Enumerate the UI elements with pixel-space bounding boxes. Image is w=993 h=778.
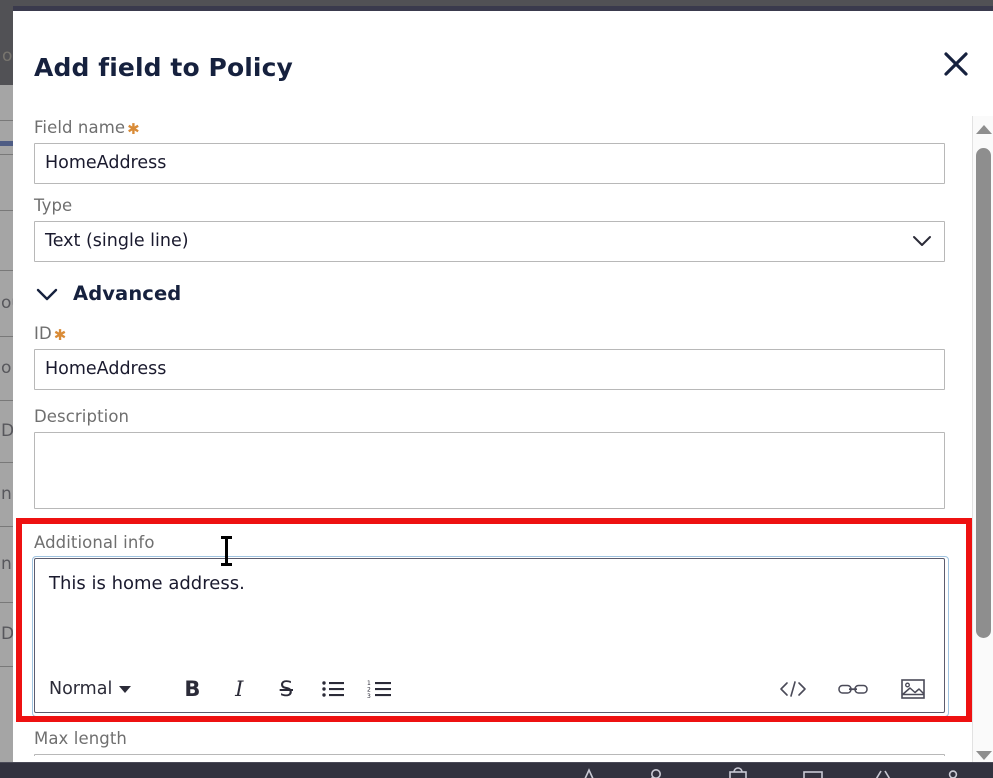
additional-info-group: Additional info This is home address. No…: [32, 533, 949, 717]
dialog-header: Add field to Policy: [13, 11, 993, 104]
advanced-label: Advanced: [73, 282, 182, 305]
type-group: Type Text (single line): [34, 196, 945, 262]
window-icon[interactable]: [798, 765, 824, 778]
type-label: Type: [34, 196, 73, 215]
paragraph-style-dropdown[interactable]: Normal: [49, 678, 132, 699]
max-length-label: Max length: [34, 729, 127, 748]
screen: ol ouoDnnicD Add field to Policy Field n…: [0, 0, 993, 778]
scroll-up-arrow-icon[interactable]: [973, 118, 993, 140]
required-asterisk-icon: ✱: [127, 120, 140, 138]
taskbar-icons: [560, 763, 993, 778]
close-icon[interactable]: [936, 44, 976, 84]
id-input[interactable]: [34, 348, 945, 390]
id-group: ID ✱: [34, 324, 945, 390]
briefcase-icon[interactable]: [723, 765, 749, 778]
link-icon[interactable]: [836, 674, 870, 704]
caret-down-icon: [119, 686, 132, 694]
italic-button[interactable]: I: [222, 674, 256, 704]
bold-button[interactable]: B: [175, 674, 209, 704]
chevron-down-icon: [34, 284, 60, 304]
add-field-dialog: Add field to Policy Field name✱ Type Tex…: [13, 6, 993, 770]
field-name-label: Field name ✱: [34, 118, 140, 138]
editor-toolbar-left: Normal B I S 1 2 3: [49, 674, 410, 704]
type-select-wrap: Text (single line): [34, 220, 945, 262]
max-length-input[interactable]: [34, 753, 945, 756]
editor-toolbar-right: [776, 674, 930, 704]
user-icon[interactable]: [938, 765, 964, 778]
strikethrough-button[interactable]: S: [269, 674, 303, 704]
bullet-list-button[interactable]: [316, 674, 350, 704]
max-length-group: Max length: [34, 729, 945, 756]
triangle-icon[interactable]: [576, 765, 602, 778]
additional-info-input[interactable]: This is home address.: [35, 559, 944, 666]
additional-info-label: Additional info: [34, 533, 155, 552]
description-group: Description: [34, 407, 945, 513]
dialog-scrollbar[interactable]: [972, 116, 993, 768]
search-icon[interactable]: [641, 765, 667, 778]
editor-toolbar: Normal B I S 1 2 3: [35, 666, 944, 712]
additional-info-editor: This is home address. Normal B I S 1 2 3: [32, 555, 949, 717]
svg-text:3: 3: [367, 693, 371, 699]
numbered-list-button[interactable]: 1 2 3: [363, 674, 397, 704]
code-block-icon[interactable]: [776, 674, 810, 704]
taskbar: [0, 762, 993, 778]
dialog-form: Field name✱ Type Text (single line): [13, 104, 993, 756]
type-select[interactable]: Text (single line): [34, 220, 945, 262]
dialog-title: Add field to Policy: [34, 53, 293, 82]
scrollbar-thumb[interactable]: [976, 148, 991, 638]
required-asterisk-icon: ✱: [53, 326, 67, 344]
id-label: ID ✱: [34, 324, 67, 344]
image-icon[interactable]: [896, 674, 930, 704]
paragraph-style-label: Normal: [49, 678, 113, 699]
field-name-input[interactable]: [34, 142, 945, 184]
code-icon[interactable]: [868, 765, 894, 778]
field-name-group: Field name ✱: [34, 118, 945, 184]
description-textarea[interactable]: [34, 431, 945, 509]
advanced-toggle[interactable]: Advanced: [34, 282, 181, 305]
description-label: Description: [34, 407, 130, 426]
